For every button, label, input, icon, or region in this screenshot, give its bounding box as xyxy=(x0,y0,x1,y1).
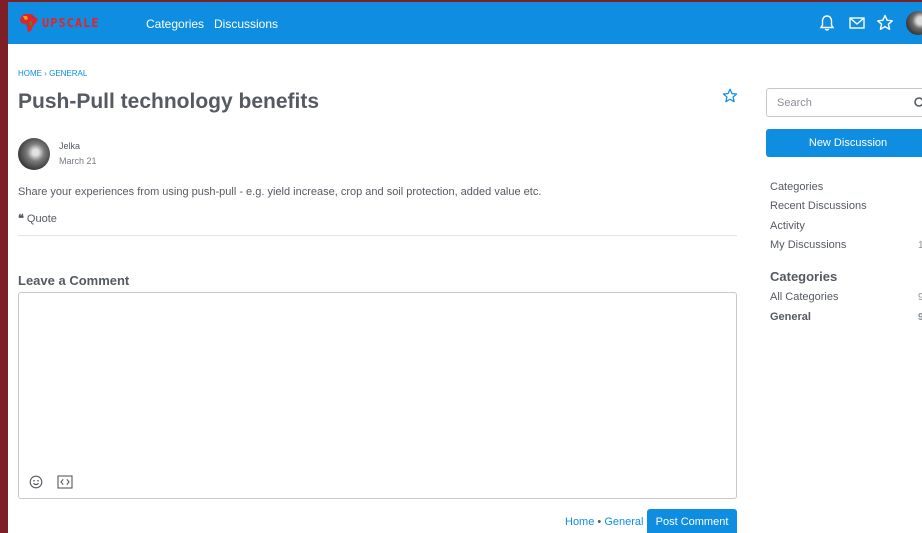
logo-wordmark: UPSCALE xyxy=(42,16,100,30)
footer-category-link[interactable]: General xyxy=(604,516,643,528)
africa-map-icon xyxy=(20,14,38,32)
bookmark-star-icon[interactable] xyxy=(721,87,739,105)
footer-home-link[interactable]: Home xyxy=(565,516,594,528)
general-category-count: 9 xyxy=(918,312,922,323)
app-frame: UPSCALE Categories Discussions HOME › GE… xyxy=(0,0,922,533)
sidebar-categories-heading: Categories xyxy=(770,269,838,284)
sidebar-category-general[interactable]: General xyxy=(770,311,811,323)
site-logo[interactable]: UPSCALE xyxy=(18,12,100,34)
star-icon[interactable] xyxy=(875,13,895,33)
new-discussion-button[interactable]: New Discussion xyxy=(766,129,922,157)
sidebar-category-all[interactable]: All Categories xyxy=(770,291,838,303)
search-input[interactable] xyxy=(767,89,907,116)
all-categories-count: 9 xyxy=(918,292,922,303)
comment-footer-breadcrumb: Home • General xyxy=(565,516,643,528)
top-navigation-bar: UPSCALE Categories Discussions xyxy=(8,2,922,44)
quote-button[interactable]: ❝ Quote xyxy=(18,212,57,225)
comment-editor xyxy=(18,292,737,499)
discussion-body: Share your experiences from using push-p… xyxy=(18,186,542,198)
comment-heading: Leave a Comment xyxy=(18,273,130,288)
emoji-icon[interactable] xyxy=(29,475,43,489)
search-box xyxy=(766,88,922,117)
avatar[interactable] xyxy=(906,11,922,35)
code-icon[interactable] xyxy=(57,475,73,489)
post-comment-button[interactable]: Post Comment xyxy=(647,509,737,533)
mail-icon[interactable] xyxy=(847,13,867,33)
sidebar-link-my-discussions[interactable]: My Discussions xyxy=(770,239,846,251)
sidebar-link-recent-discussions[interactable]: Recent Discussions xyxy=(770,200,867,212)
quote-label: Quote xyxy=(26,212,57,225)
bell-icon[interactable] xyxy=(817,13,837,33)
quote-icon: ❝ xyxy=(18,212,24,225)
page-title: Push-Pull technology benefits xyxy=(18,90,320,113)
sidebar-link-categories[interactable]: Categories xyxy=(770,181,823,193)
comment-textarea[interactable] xyxy=(19,293,736,463)
post-date: March 21 xyxy=(59,156,97,166)
nav-categories[interactable]: Categories xyxy=(146,17,204,31)
author-name[interactable]: Jelka xyxy=(59,141,80,151)
search-icon[interactable] xyxy=(913,96,922,110)
divider xyxy=(18,235,737,236)
sidebar-link-activity[interactable]: Activity xyxy=(770,220,805,232)
author-avatar[interactable] xyxy=(18,138,50,170)
breadcrumb[interactable]: HOME › GENERAL xyxy=(18,69,87,78)
my-discussions-count: 1 xyxy=(918,240,922,251)
footer-separator: • xyxy=(594,516,605,528)
nav-discussions[interactable]: Discussions xyxy=(214,17,278,31)
